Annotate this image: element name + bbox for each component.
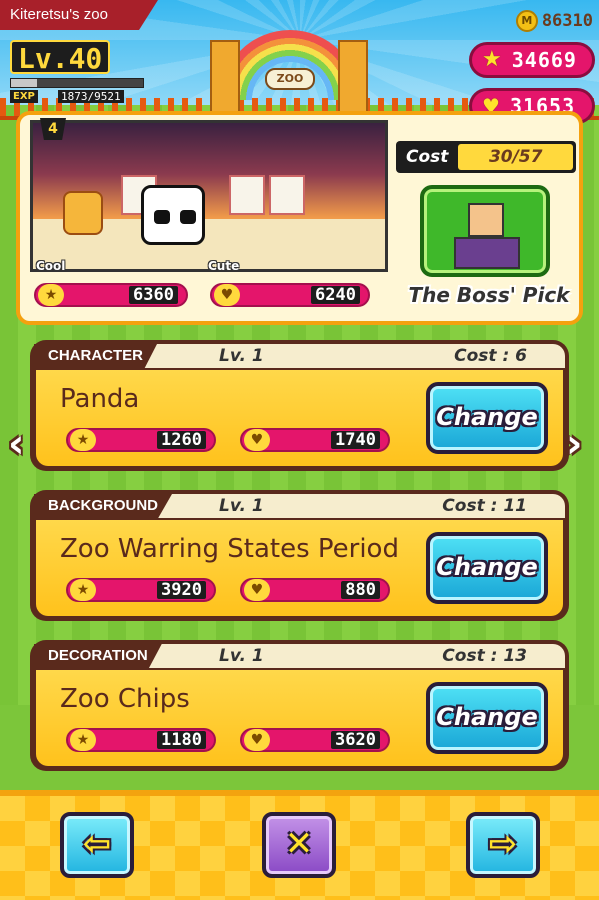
decoration-card: DECORATION Lv. 1 Cost : 13 Zoo Chips ★ 1… [30, 640, 569, 771]
cute-stat-bar: ♥ 1740 [240, 428, 390, 452]
boss-avatar-icon [468, 203, 504, 237]
level-label: Lv.40 [10, 40, 111, 75]
item-name: Zoo Chips [60, 684, 190, 714]
cool-stat-bar: ★ 3920 [66, 578, 216, 602]
item-cost: Cost : 13 [442, 646, 527, 666]
cute-value: 880 [341, 581, 380, 599]
card-body: Panda ★ 1260 ♥ 1740 Change [36, 370, 563, 466]
card-header: DECORATION Lv. 1 Cost : 13 [34, 644, 565, 668]
cool-stat-bar: ★ 1180 [66, 728, 216, 752]
heart-icon: ♥ [214, 284, 240, 306]
cute-label: Cute [208, 259, 240, 273]
item-cost: Cost : 11 [442, 496, 527, 516]
card-body: Zoo Chips ★ 1180 ♥ 3620 Change [36, 670, 563, 766]
cost-value: 30/57 [458, 144, 573, 170]
exhibit-scene[interactable] [30, 120, 388, 272]
player-level: Lv.40 EXP 1873/9521 [8, 40, 144, 110]
category-label: BACKGROUND [34, 494, 172, 518]
zoo-title: Kiteretsu's zoo [0, 0, 158, 30]
next-button[interactable]: ⇨ [466, 812, 540, 878]
star-icon: ★ [70, 429, 96, 451]
stars-total-pill: ★ 34669 [469, 42, 595, 78]
cool-value: 6360 [129, 286, 178, 304]
zoo-sign: ZOO [265, 68, 315, 90]
item-name: Zoo Warring States Period [60, 534, 399, 564]
panda-eye [154, 210, 170, 224]
panda-eye [180, 210, 196, 224]
star-icon: ★ [482, 47, 502, 72]
star-icon: ★ [70, 729, 96, 751]
scene-banner [269, 175, 305, 215]
background-card: BACKGROUND Lv. 1 Cost : 11 Zoo Warring S… [30, 490, 569, 621]
cute-stat-bar: ♥ 3620 [240, 728, 390, 752]
heart-icon: ♥ [244, 729, 270, 751]
character-card: CHARACTER Lv. 1 Cost : 6 Panda ★ 1260 ♥ … [30, 340, 569, 471]
samurai-character [63, 191, 103, 235]
close-icon: ✕ [284, 824, 314, 864]
cool-label: Cool [36, 259, 66, 273]
card-body: Zoo Warring States Period ★ 3920 ♥ 880 C… [36, 520, 563, 616]
close-button[interactable]: ✕ [262, 812, 336, 878]
panda-character [141, 185, 205, 245]
coin-counter: M 86310 [515, 8, 593, 34]
item-level: Lv. 1 [219, 646, 264, 666]
category-label: DECORATION [34, 644, 162, 668]
cool-value: 1260 [157, 431, 206, 449]
item-cost: Cost : 6 [454, 346, 527, 366]
item-level: Lv. 1 [219, 346, 264, 366]
zoo-gate: ZOO [170, 20, 430, 115]
slot-number-badge: 4 [40, 118, 66, 140]
exp-bar [10, 78, 144, 88]
cool-stat-bar: ★ 1260 [66, 428, 216, 452]
cool-value: 3920 [157, 581, 206, 599]
cute-stat-bar: ♥ 880 [240, 578, 390, 602]
change-character-button[interactable]: Change [426, 382, 548, 454]
scene-banner [229, 175, 265, 215]
item-name: Panda [60, 384, 140, 414]
stars-total-value: 34669 [511, 48, 577, 72]
boss-suit [454, 237, 520, 269]
cute-value: 6240 [311, 286, 360, 304]
gate-tower-left [210, 40, 240, 115]
next-arrow-icon[interactable]: › [566, 422, 594, 466]
cute-value: 1740 [331, 431, 380, 449]
item-level: Lv. 1 [219, 496, 264, 516]
arrow-right-icon: ⇨ [488, 824, 518, 864]
boss-pick-label: The Boss' Pick [408, 283, 570, 307]
cost-label: Cost [406, 147, 449, 167]
cool-stat-bar: ★ 6360 [34, 283, 188, 307]
card-header: BACKGROUND Lv. 1 Cost : 11 [34, 494, 565, 518]
heart-icon: ♥ [244, 429, 270, 451]
category-label: CHARACTER [34, 344, 157, 368]
star-icon: ★ [70, 579, 96, 601]
card-header: CHARACTER Lv. 1 Cost : 6 [34, 344, 565, 368]
change-background-button[interactable]: Change [426, 532, 548, 604]
back-button[interactable]: ⇦ [60, 812, 134, 878]
exhibit-preview-panel: 4 Cool Cute ★ 6360 ♥ 6240 Cost 30/57 The… [16, 111, 583, 325]
total-cost: Cost 30/57 [396, 141, 576, 173]
coin-icon: M [515, 10, 538, 32]
heart-icon: ♥ [244, 579, 270, 601]
coin-value: 86310 [541, 11, 593, 31]
exp-value: 1873/9521 [58, 90, 124, 103]
gate-tower-right [338, 40, 368, 115]
star-icon: ★ [38, 284, 64, 306]
cute-value: 3620 [331, 731, 380, 749]
boss-pick-button[interactable] [420, 185, 550, 277]
exp-label: EXP [10, 90, 38, 103]
exp-bar-fill [11, 79, 37, 87]
arrow-left-icon: ⇦ [82, 824, 112, 864]
cool-value: 1180 [157, 731, 206, 749]
change-decoration-button[interactable]: Change [426, 682, 548, 754]
cute-stat-bar: ♥ 6240 [210, 283, 370, 307]
